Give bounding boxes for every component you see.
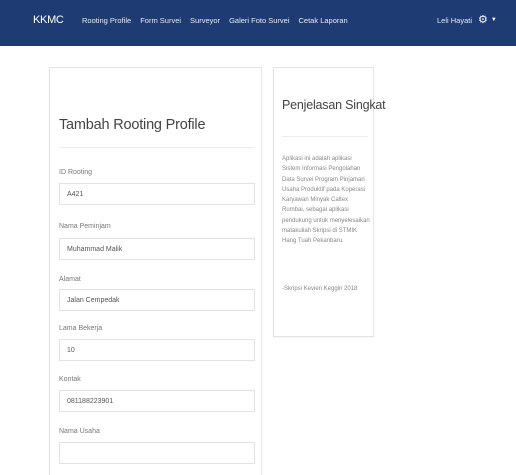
info-signature: -Skripsi Kevien Keggin 2018 [282,286,358,292]
nav-item-rooting-profile[interactable]: Rooting Profile [82,16,131,25]
label-nama-usaha: Nama Usaha [59,428,100,435]
user-name[interactable]: Leli Hayati [437,16,472,25]
nav-item-form-survei[interactable]: Form Survei [140,16,181,25]
nav-item-cetak-laporan[interactable]: Cetak Laporan [299,16,348,25]
form-card: Tambah Rooting Profile ID Rooting A421 N… [49,67,262,475]
alamat-input[interactable]: Jalan Cempedak [59,289,255,311]
brand-logo[interactable]: KKMC [33,14,64,26]
title-divider [59,147,254,148]
settings-dropdown[interactable]: ⚙ ▼ [478,13,497,26]
label-kontak: Kontak [59,376,81,383]
id-rooting-input[interactable]: A421 [59,183,255,205]
nav-item-surveyor[interactable]: Surveyor [190,16,220,25]
nav-menu: Rooting Profile Form Survei Surveyor Gal… [82,16,357,25]
caret-down-icon: ▼ [490,16,497,23]
info-divider [282,136,368,137]
label-lama-bekerja: Lama Bekerja [59,325,103,332]
label-alamat: Alamat [59,276,81,283]
form-title: Tambah Rooting Profile [59,117,206,133]
label-nama-peminjam: Nama Peminjam [59,223,111,230]
gear-icon: ⚙ [478,14,488,26]
kontak-input[interactable]: 081188223901 [59,390,255,412]
info-title: Penjelasan Singkat [282,98,386,112]
lama-bekerja-input[interactable]: 10 [59,339,255,361]
top-navbar: KKMC Rooting Profile Form Survei Surveyo… [0,0,516,46]
nav-item-galeri-foto-survei[interactable]: Galeri Foto Survei [229,16,289,25]
info-description: Aplikasi ini adalah aplikasi Sistem Info… [282,156,370,245]
nama-peminjam-input[interactable]: Muhammad Malik [59,238,255,260]
info-card: Penjelasan Singkat Aplikasi ini adalah a… [273,67,386,337]
nama-usaha-input[interactable] [59,442,255,464]
label-id-rooting: ID Rooting [59,169,93,176]
